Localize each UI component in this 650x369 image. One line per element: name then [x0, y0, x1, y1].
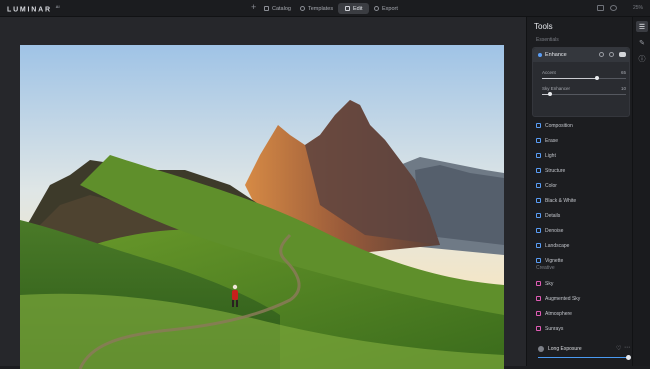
light-icon [536, 153, 541, 158]
preset-thumbnail [538, 346, 544, 352]
creative-label: Creative [536, 265, 555, 271]
tool-item-label: Black & White [545, 197, 577, 204]
more-icon[interactable]: ⋯ [624, 344, 630, 351]
add-photo-button[interactable]: + [251, 3, 256, 12]
black-white-icon [536, 198, 541, 203]
denoise-icon [536, 228, 541, 233]
preview-icon[interactable] [610, 5, 617, 11]
tool-item-vignette[interactable]: Vignette [536, 256, 626, 265]
tool-item-sunrays[interactable]: Sunrays [536, 324, 626, 333]
tool-item-erase[interactable]: Erase [536, 136, 626, 145]
tab-catalog-label: Catalog [272, 5, 291, 12]
tool-item-label: Structure [545, 167, 566, 174]
photo[interactable] [20, 45, 504, 369]
accent-value: 65 [620, 70, 626, 75]
tools-title: Tools [534, 22, 553, 31]
tool-item-label: Details [545, 212, 561, 219]
tool-item-label: Landscape [545, 242, 570, 249]
tool-item-denoise[interactable]: Denoise [536, 226, 626, 235]
tab-templates[interactable]: Templates [300, 3, 333, 14]
accent-label: Accent [542, 70, 556, 75]
tool-item-sky[interactable]: Sky [536, 279, 626, 288]
enhance-header[interactable]: Enhance [533, 48, 629, 62]
landscape-icon [536, 243, 541, 248]
preset-amount-track[interactable] [538, 357, 628, 358]
tool-item-label: Light [545, 152, 556, 159]
app-logo: LUMINAR AI [7, 4, 60, 14]
sky-enhancer-label: Sky Enhancer [542, 86, 571, 91]
compare-icon[interactable] [597, 5, 604, 11]
atmosphere-icon [536, 311, 541, 316]
brush-icon[interactable]: ✎ [636, 37, 648, 48]
tool-item-label: Atmosphere [545, 310, 572, 317]
landscape-photo-image [20, 45, 504, 369]
tool-item-label: Composition [545, 122, 573, 129]
tool-item-label: Vignette [545, 257, 564, 264]
tool-item-structure[interactable]: Structure [536, 166, 626, 175]
tool-item-atmosphere[interactable]: Atmosphere [536, 309, 626, 318]
export-icon [374, 6, 379, 11]
sky-enhancer-track[interactable] [542, 94, 626, 95]
color-icon [536, 183, 541, 188]
tab-export-label: Export [382, 5, 398, 12]
enhance-icon [538, 53, 542, 57]
accent-knob[interactable] [594, 76, 599, 80]
details-icon [536, 213, 541, 218]
sunrays-icon [536, 326, 541, 331]
preset-label: Long Exposure [548, 346, 582, 352]
tab-edit-label: Edit [353, 5, 363, 12]
tab-templates-label: Templates [308, 5, 334, 12]
tools-panel: Tools Essentials Enhance Accent 65 Sky E… [526, 17, 632, 366]
tool-item-details[interactable]: Details [536, 211, 626, 220]
tool-item-color[interactable]: Color [536, 181, 626, 190]
edit-icon [345, 6, 350, 11]
augmented-sky-icon [536, 296, 541, 301]
tool-item-label: Erase [545, 137, 559, 144]
preset-bar: Long Exposure ♡ ⋯ [532, 341, 631, 363]
search-icon [300, 6, 305, 11]
photo-canvas[interactable] [0, 17, 526, 369]
enhance-label: Enhance [545, 52, 567, 58]
vignette-icon [536, 258, 541, 263]
accent-fill [542, 78, 597, 79]
erase-icon [536, 138, 541, 143]
tool-item-label: Sky [545, 280, 554, 287]
right-rail: ☰ ✎ ⓘ [632, 17, 650, 366]
tab-export[interactable]: Export [374, 3, 398, 14]
tool-item-label: Color [545, 182, 557, 189]
sliders-icon[interactable]: ☰ [636, 21, 648, 32]
sky-enhancer-knob[interactable] [548, 92, 553, 96]
composition-icon [536, 123, 541, 128]
structure-icon [536, 168, 541, 173]
tool-item-augmented-sky[interactable]: Augmented Sky [536, 294, 626, 303]
reset-icon[interactable] [599, 52, 604, 57]
tab-catalog[interactable]: Catalog [264, 3, 291, 14]
visibility-toggle[interactable] [619, 52, 626, 57]
tool-item-label: Augmented Sky [545, 295, 581, 302]
sky-icon [536, 281, 541, 286]
tool-item-black-white[interactable]: Black & White [536, 196, 626, 205]
tab-edit[interactable]: Edit [338, 3, 370, 14]
preset-amount-knob[interactable] [626, 355, 631, 360]
tool-item-landscape[interactable]: Landscape [536, 241, 626, 250]
tool-item-composition[interactable]: Composition [536, 121, 626, 130]
enhance-tool-expanded: Enhance Accent 65 Sky Enhancer 10 [532, 47, 630, 117]
tool-item-label: Sunrays [545, 325, 564, 332]
essentials-label: Essentials [536, 37, 559, 43]
folder-icon [264, 6, 269, 11]
top-bar: LUMINAR AI + Catalog Templates Edit Expo… [0, 0, 650, 17]
tool-item-light[interactable]: Light [536, 151, 626, 160]
zoom-level[interactable]: 25% [633, 5, 643, 11]
info-icon[interactable]: ⓘ [636, 53, 648, 64]
heart-icon[interactable]: ♡ [616, 345, 621, 352]
favorite-icon[interactable] [609, 52, 614, 57]
sky-enhancer-value: 10 [620, 86, 626, 91]
tool-item-label: Denoise [545, 227, 564, 234]
